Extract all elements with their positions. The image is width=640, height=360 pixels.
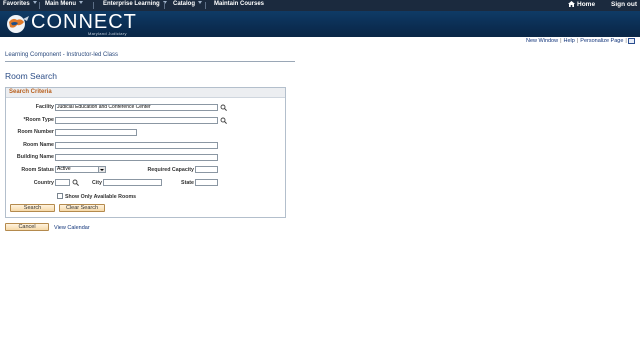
connect-logo-subtext: Maryland Judiciary	[88, 31, 127, 36]
state-label: State	[181, 180, 194, 186]
utility-separator: |	[625, 38, 627, 44]
facility-input[interactable]: Judicial Education and Conference Center	[55, 104, 218, 111]
show-only-available-rooms-checkbox[interactable]	[57, 193, 63, 199]
help-link[interactable]: Help	[564, 38, 575, 44]
search-button[interactable]: Search	[10, 204, 55, 212]
utility-links: New Window | Help | Personalize Page |	[526, 38, 629, 44]
country-input[interactable]	[55, 179, 70, 186]
sign-out-link[interactable]: Sign out	[611, 1, 637, 8]
personalize-page-link[interactable]: Personalize Page	[580, 38, 623, 44]
top-navigation-bar: Favorites Main Menu Enterprise Learning …	[0, 0, 640, 11]
maryland-connect-logo-icon	[7, 15, 29, 33]
room-type-input[interactable]	[55, 117, 218, 124]
nav-main-menu[interactable]: Main Menu	[45, 1, 83, 7]
country-lookup-icon[interactable]	[72, 179, 79, 186]
room-name-label: Room Name	[23, 142, 54, 148]
breadcrumb-divider	[5, 61, 295, 62]
cancel-button[interactable]: Cancel	[5, 223, 49, 231]
room-status-value: Active	[57, 166, 71, 172]
nav-maintain-courses[interactable]: Maintain Courses	[214, 1, 264, 7]
nav-enterprise-learning[interactable]: Enterprise Learning	[103, 1, 167, 7]
nav-maintain-courses-label: Maintain Courses	[214, 1, 265, 7]
nav-favorites-label: Favorites	[3, 1, 30, 7]
chevron-down-icon	[198, 1, 203, 4]
room-number-input[interactable]	[55, 129, 137, 136]
nav-favorites[interactable]: Favorites	[3, 1, 37, 7]
room-number-label: Room Number	[17, 129, 55, 135]
home-link[interactable]: Home	[568, 1, 595, 8]
room-status-label: Room Status	[21, 167, 54, 173]
home-icon	[568, 1, 575, 7]
show-only-available-rooms-label: Show Only Available Rooms	[65, 194, 137, 200]
search-criteria-header: Search Criteria	[6, 88, 285, 98]
city-label: City	[91, 180, 102, 186]
building-name-input[interactable]	[55, 154, 218, 161]
room-type-label: *Room Type	[23, 117, 54, 123]
page-layout-icon[interactable]	[628, 38, 635, 44]
city-input[interactable]	[103, 179, 162, 186]
facility-lookup-icon[interactable]	[220, 104, 227, 111]
chevron-down-icon	[32, 1, 37, 4]
nav-main-menu-label: Main Menu	[45, 1, 76, 7]
nav-separator	[39, 2, 40, 9]
new-window-link[interactable]: New Window	[526, 38, 558, 44]
building-name-label: Building Name	[16, 154, 54, 160]
nav-separator	[93, 2, 94, 9]
nav-catalog-label: Catalog	[173, 1, 196, 7]
utility-separator: |	[560, 38, 562, 44]
nav-separator	[205, 2, 206, 9]
clear-search-button[interactable]: Clear Search	[59, 204, 105, 212]
search-criteria-title: Search Criteria	[9, 89, 52, 95]
dropdown-arrow-icon[interactable]	[98, 167, 105, 172]
country-label: Country	[33, 180, 54, 186]
view-calendar-link[interactable]: View Calendar	[54, 225, 90, 231]
nav-catalog[interactable]: Catalog	[173, 1, 203, 7]
required-capacity-input[interactable]	[195, 166, 218, 173]
room-status-select[interactable]: Active	[55, 166, 106, 173]
facility-label: Facility	[35, 104, 54, 110]
state-input[interactable]	[195, 179, 218, 186]
home-label: Home	[577, 1, 596, 8]
utility-separator: |	[576, 38, 579, 44]
nav-separator	[164, 2, 165, 9]
breadcrumb: Learning Component - Instructor-led Clas…	[5, 52, 119, 58]
chevron-down-icon	[79, 1, 83, 4]
page-title: Room Search	[5, 71, 57, 81]
required-capacity-label: Required Capacity	[147, 167, 194, 173]
nav-enterprise-learning-label: Enterprise Learning	[103, 1, 160, 7]
room-name-input[interactable]	[55, 142, 218, 149]
room-type-lookup-icon[interactable]	[220, 117, 227, 124]
